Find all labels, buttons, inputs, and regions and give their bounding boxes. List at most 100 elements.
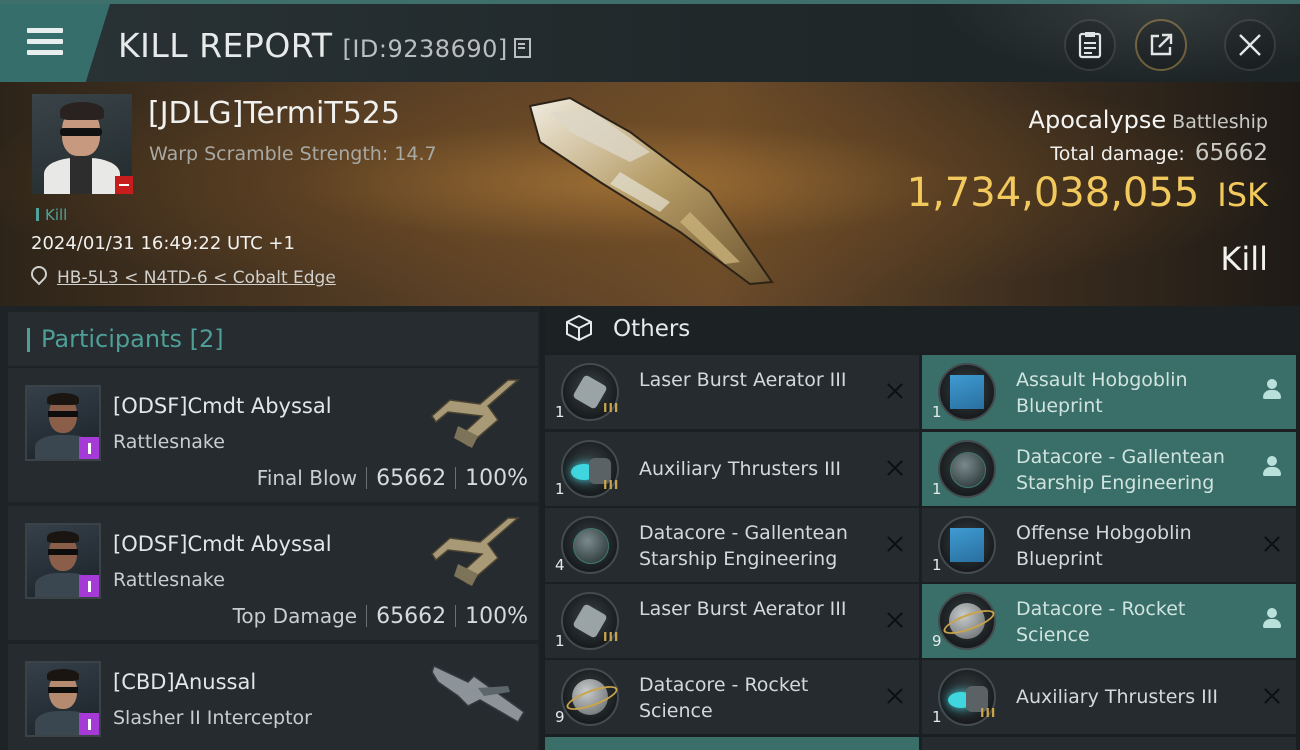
datacore-icon [938,440,996,498]
item-quantity: 1 [932,403,942,421]
item-tier: III [603,401,620,415]
participant-damage: 65662 [376,466,447,491]
item-quantity: 1 [932,480,942,498]
victim-name[interactable]: [JDLG]TermiT525 [148,96,400,131]
item-row[interactable]: 9 Datacore - Rocket Science [545,660,919,734]
destroyed-icon [885,458,905,478]
item-row[interactable]: 1 III Laser Burst Aerator III [545,355,919,429]
participants-panel: Participants [2] [ODSF]Cmdt Abyssal Ratt… [0,306,540,750]
avatar[interactable] [25,385,101,461]
item-quantity: 4 [555,556,565,574]
item-name: Datacore - Gallentean Starship Engineeri… [1016,446,1225,494]
cube-icon [566,314,592,342]
victim-banner: [JDLG]TermiT525 Warp Scramble Strength: … [0,82,1300,306]
others-title: Others [613,316,691,342]
isk-value: 1,734,038,055 [906,170,1200,216]
rattlesnake-ship-icon [431,517,521,586]
item-quantity: 9 [555,708,565,726]
info-tag-icon [79,575,99,597]
participant-name[interactable]: [CBD]Anussal [113,670,256,694]
clipboard-icon [1078,32,1102,59]
participant-role: Final Blow [256,466,358,490]
avatar[interactable] [25,523,101,599]
item-name: Datacore - Gallentean Starship Engineeri… [639,522,848,570]
destroyed-icon [885,381,905,401]
page-title: KILL REPORT [ID:9238690] [118,26,531,65]
participant-card[interactable]: [ODSF]Cmdt Abyssal Rattlesnake Final Blo… [8,368,538,502]
item-name: Datacore - Rocket Science [1016,598,1186,646]
item-row[interactable]: 4 Datacore - Gallentean Starship Enginee… [545,508,919,582]
header-bar: KILL REPORT [ID:9238690] [0,0,1300,86]
isk-value-line: 1,734,038,055 ISK [907,170,1268,216]
info-tag-icon [79,713,99,735]
participants-title: Participants [2] [41,325,224,353]
participant-card[interactable]: [ODSF]Cmdt Abyssal Rattlesnake Top Damag… [8,506,538,640]
victim-ship-image [528,96,774,286]
destroyed-icon [1262,534,1282,554]
close-button[interactable] [1224,19,1276,71]
item-name: Offense Hobgoblin Blueprint [1016,522,1192,570]
blueprint-icon [938,516,996,574]
info-tag-icon [79,437,99,459]
item-row-partial [545,737,919,750]
participant-card[interactable]: [CBD]Anussal Slasher II Interceptor [8,644,538,750]
participant-name[interactable]: [ODSF]Cmdt Abyssal [113,532,332,556]
ship-class: Battleship [1172,111,1268,133]
item-name: Datacore - Rocket Science [639,674,809,722]
item-tier: III [603,630,620,644]
item-row[interactable]: 1 Datacore - Gallentean Starship Enginee… [922,432,1296,506]
participant-percent: 100% [465,466,528,491]
dropped-person-icon [1262,608,1282,630]
copy-icon[interactable] [513,38,531,58]
clipboard-button[interactable] [1064,19,1116,71]
datacore-icon [561,516,619,574]
total-damage: Total damage: 65662 [1050,140,1268,166]
share-button[interactable] [1135,19,1187,71]
item-row[interactable]: 1 III Auxiliary Thrusters III [545,432,919,506]
kill-location[interactable]: HB-5L3 < N4TD-6 < Cobalt Edge [27,262,336,288]
item-quantity: 1 [932,708,942,726]
datacore-icon [561,668,619,726]
dropped-person-icon [1262,456,1282,478]
isk-unit: ISK [1217,176,1268,214]
report-id: [ID:9238690] [342,35,508,63]
menu-icon [27,28,63,56]
item-row[interactable]: 1 III Laser Burst Aerator III [545,584,919,658]
participant-stats: Final Blow 65662 100% [257,466,528,491]
destroyed-icon [885,610,905,630]
standing-badge-icon [115,176,133,194]
total-damage-label: Total damage: [1050,143,1185,165]
avatar[interactable] [25,661,101,737]
datacore-icon [938,592,996,650]
blueprint-icon [938,363,996,421]
others-header: Others [545,306,1300,352]
item-row[interactable]: 9 Datacore - Rocket Science [922,584,1296,658]
item-row[interactable]: 1 III Auxiliary Thrusters III [922,660,1296,734]
item-row-partial [922,737,1296,750]
destroyed-icon [885,686,905,706]
item-quantity: 1 [555,480,565,498]
participant-ship: Rattlesnake [113,431,225,453]
rattlesnake-ship-icon [431,379,521,448]
menu-button[interactable] [0,4,110,82]
item-row[interactable]: 1 Offense Hobgoblin Blueprint [922,508,1296,582]
item-quantity: 9 [932,632,942,650]
close-icon [1239,34,1261,56]
item-name: Assault Hobgoblin Blueprint [1016,369,1188,417]
participant-percent: 100% [465,604,528,629]
item-quantity: 1 [932,556,942,574]
ship-name-line: Apocalypse Battleship [1029,106,1268,134]
item-name: Laser Burst Aerator III [639,598,847,620]
ship-name[interactable]: Apocalypse [1029,106,1167,134]
participant-name[interactable]: [ODSF]Cmdt Abyssal [113,394,332,418]
destroyed-icon [885,534,905,554]
location-path[interactable]: HB-5L3 < N4TD-6 < Cobalt Edge [57,268,336,288]
item-tier: III [980,706,997,720]
item-name: Auxiliary Thrusters III [1016,686,1218,708]
location-pin-icon [27,262,51,286]
participant-stats: Top Damage 65662 100% [233,604,528,629]
item-row[interactable]: 1 Assault Hobgoblin Blueprint [922,355,1296,429]
participants-header: Participants [2] [8,312,538,366]
participant-damage: 65662 [376,604,447,629]
participant-ship: Rattlesnake [113,569,225,591]
